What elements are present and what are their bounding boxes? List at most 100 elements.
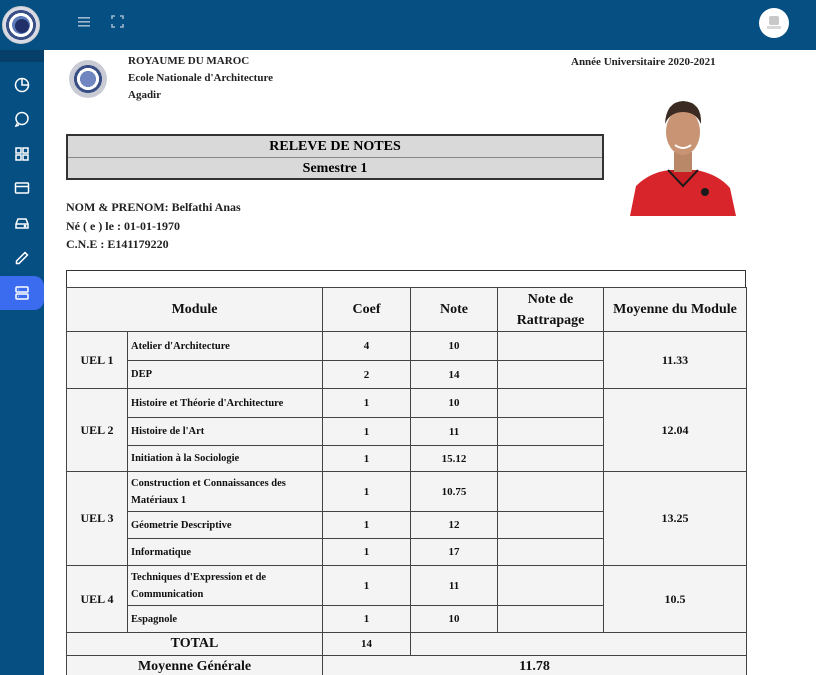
module-note: 10.75 [410, 471, 499, 512]
user-avatar-icon[interactable] [759, 8, 789, 38]
grades-table: Module Coef Note Note de Rattrapage Moye… [65, 287, 748, 675]
unit-label: UEL 2 [66, 388, 128, 472]
header-rattrapage: Note de Rattrapage [497, 287, 605, 332]
table-row: UEL 2 Histoire et Théorie d'Architecture… [66, 388, 748, 472]
general-average-value: 11.78 [322, 655, 748, 675]
student-photo [630, 90, 736, 216]
header-moyenne: Moyenne du Module [603, 287, 748, 332]
module-rattrapage [497, 511, 605, 539]
unit-average: 13.25 [603, 471, 748, 566]
sidebar-item-dashboard[interactable] [0, 68, 44, 102]
module-name: Histoire de l'Art [126, 417, 324, 446]
module-name: DEP [126, 360, 324, 389]
sidebar-item-payments[interactable] [0, 171, 44, 205]
module-rattrapage [497, 388, 605, 418]
module-note: 17 [410, 538, 499, 566]
general-average-row: Moyenne Générale 11.78 [65, 655, 748, 675]
student-name: NOM & PRENOM: Belfathi Anas [66, 200, 241, 214]
module-rattrapage [497, 605, 605, 633]
module-rattrapage [497, 565, 605, 606]
module-name: Construction et Connaissances des Matéri… [126, 471, 324, 512]
unit-average: 11.33 [603, 331, 748, 389]
header-note: Note [410, 287, 499, 332]
unit-average: 12.04 [603, 388, 748, 472]
general-average-label: Moyenne Générale [65, 655, 324, 675]
unit-label: UEL 4 [66, 565, 128, 633]
module-note: 10 [410, 331, 499, 361]
chat-icon [14, 111, 29, 127]
header-module: Module [65, 287, 324, 332]
module-coef: 1 [322, 471, 412, 512]
fullscreen-icon[interactable] [111, 14, 124, 32]
total-label: TOTAL [65, 632, 324, 656]
module-note: 10 [410, 605, 499, 633]
table-header-row: Module Coef Note Note de Rattrapage Moye… [65, 287, 748, 332]
logo-mark [15, 19, 29, 33]
module-rattrapage [497, 360, 605, 389]
module-rattrapage [497, 417, 605, 446]
grade-report-document: ROYAUME DU MAROC Ecole Nationale d'Archi… [44, 50, 816, 675]
report-semester: Semestre 1 [302, 161, 368, 176]
school-logo [69, 60, 107, 98]
student-cne: C.N.E : E141179220 [66, 237, 169, 251]
module-name: Espagnole [126, 605, 324, 633]
hamburger-icon[interactable] [78, 14, 92, 32]
sidebar [0, 50, 44, 675]
module-coef: 2 [322, 360, 412, 389]
total-coef: 14 [322, 632, 412, 656]
drive-icon [15, 218, 29, 229]
module-coef: 1 [322, 511, 412, 539]
module-rattrapage [497, 445, 605, 472]
module-note: 12 [410, 511, 499, 539]
module-coef: 1 [322, 417, 412, 446]
grid-icon [15, 147, 29, 161]
module-rattrapage [497, 331, 605, 361]
unit-label: UEL 3 [66, 471, 128, 566]
unit-label: UEL 1 [66, 331, 128, 389]
module-coef: 1 [322, 605, 412, 633]
app-logo[interactable] [2, 6, 40, 44]
module-note: 11 [410, 417, 499, 446]
total-row: TOTAL 14 [65, 632, 748, 656]
unit-average: 10.5 [603, 565, 748, 633]
report-title-box: RELEVE DE NOTES Semestre 1 [66, 134, 604, 180]
sidebar-header [0, 50, 44, 62]
server-icon [15, 286, 29, 300]
module-coef: 1 [322, 445, 412, 472]
academic-year: Année Universitaire 2020-2021 [571, 56, 716, 68]
module-coef: 1 [322, 538, 412, 566]
module-name: Informatique [126, 538, 324, 566]
module-name: Initiation à la Sociologie [126, 445, 324, 472]
report-title: RELEVE DE NOTES [68, 136, 602, 158]
module-note: 14 [410, 360, 499, 389]
module-coef: 1 [322, 388, 412, 418]
header-school: Ecole Nationale d'Architecture [128, 72, 274, 84]
student-birthdate: Né ( e ) le : 01-01-1970 [66, 219, 180, 233]
module-note: 10 [410, 388, 499, 418]
module-note: 15.12 [410, 445, 499, 472]
header-city: Agadir [128, 89, 161, 101]
header-country: ROYAUME DU MAROC [128, 55, 250, 67]
sidebar-item-chat[interactable] [0, 102, 44, 136]
module-name: Atelier d'Architecture [126, 331, 324, 361]
total-empty [410, 632, 748, 656]
pie-chart-icon [14, 77, 30, 93]
sidebar-item-apps[interactable] [0, 137, 44, 171]
module-rattrapage [497, 471, 605, 512]
module-coef: 1 [322, 565, 412, 606]
module-name: Géometrie Descriptive [126, 511, 324, 539]
sidebar-item-edit[interactable] [0, 241, 44, 275]
module-rattrapage [497, 538, 605, 566]
table-row: UEL 3 Construction et Connaissances des … [66, 471, 748, 566]
table-row: UEL 1 Atelier d'Architecture 4 10 11.33 [66, 331, 748, 389]
sidebar-item-grades[interactable] [0, 276, 44, 310]
module-coef: 4 [322, 331, 412, 361]
card-icon [14, 182, 30, 194]
sidebar-item-storage[interactable] [0, 206, 44, 240]
table-caption-row [66, 270, 746, 288]
module-note: 11 [410, 565, 499, 606]
module-name: Techniques d'Expression et de Communicat… [126, 565, 324, 606]
table-row: UEL 4 Techniques d'Expression et de Comm… [66, 565, 748, 633]
header-coef: Coef [322, 287, 412, 332]
pencil-icon [15, 251, 29, 265]
